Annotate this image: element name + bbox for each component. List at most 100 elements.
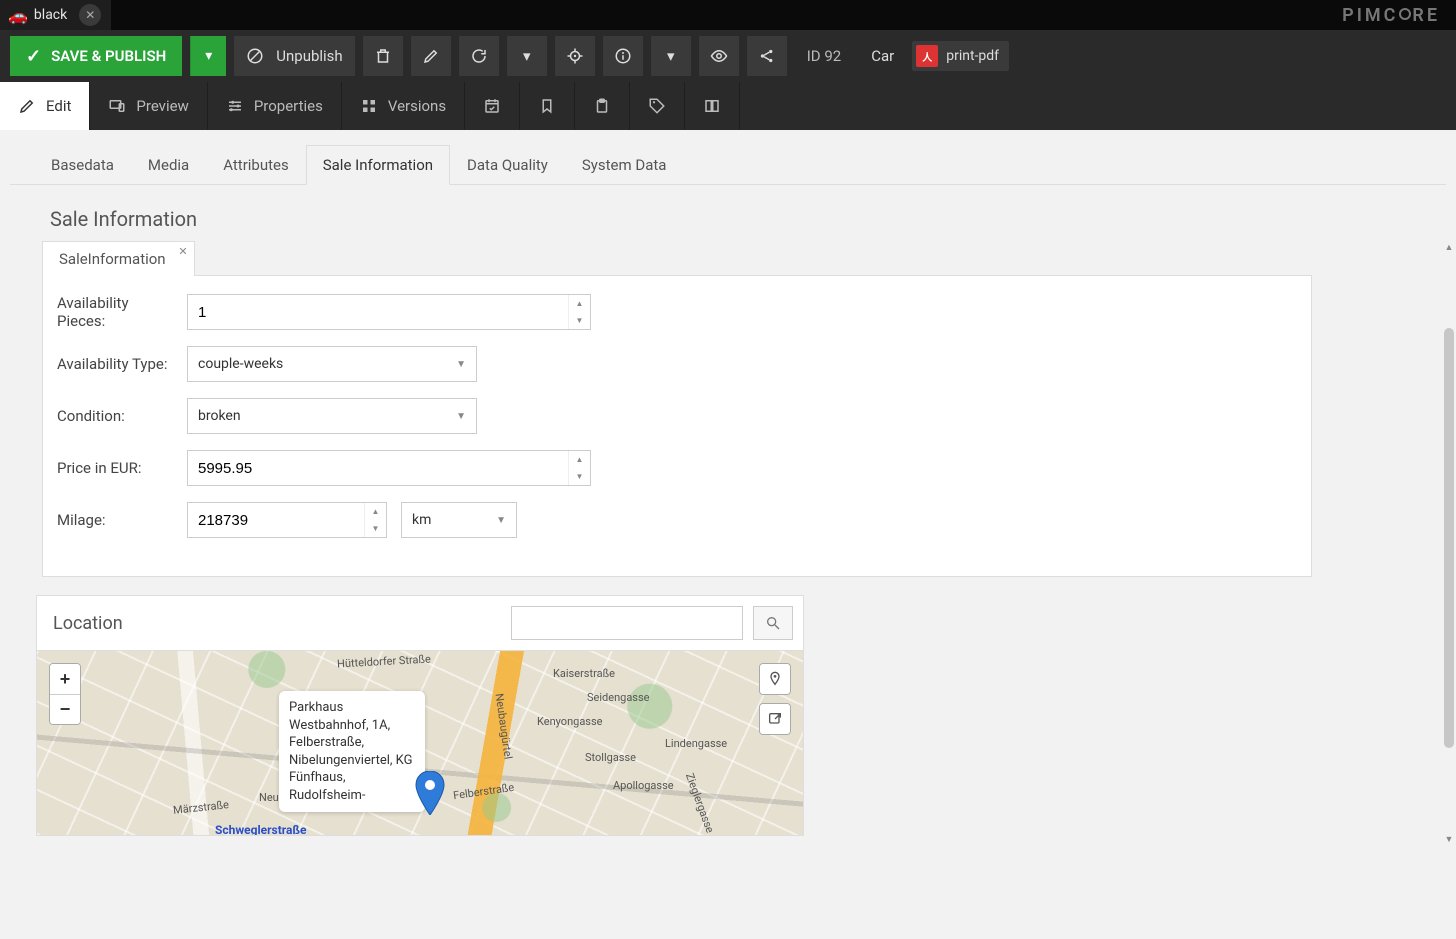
caret-down-icon: ▼ (456, 411, 466, 422)
caret-down-icon: ▾ (205, 48, 212, 64)
eye-icon (710, 47, 728, 65)
bookmark-icon (538, 97, 556, 115)
pdf-icon: 人 (916, 45, 938, 67)
spinner-down[interactable]: ▼ (569, 312, 590, 329)
data-tab-media[interactable]: Media (131, 145, 206, 185)
data-tab-basedata[interactable]: Basedata (34, 145, 131, 185)
map-marker[interactable] (415, 771, 445, 819)
sliders-icon (226, 97, 244, 115)
data-tab-data-quality[interactable]: Data Quality (450, 145, 565, 185)
data-tab-sale-information[interactable]: Sale Information (306, 145, 450, 185)
map-pin-icon (767, 671, 783, 687)
caret-down-icon: ▼ (456, 359, 466, 370)
row-price: Price in EUR: ▲ ▼ (57, 450, 1297, 486)
preview-eye-button[interactable] (699, 36, 739, 76)
tab-notes[interactable] (575, 82, 630, 130)
map-pin-control (759, 663, 791, 695)
tab-book[interactable] (685, 82, 740, 130)
close-inner-tab-button[interactable]: ✕ (178, 245, 187, 258)
condition-select[interactable]: broken ▼ (187, 398, 477, 434)
brand-o-icon (1399, 8, 1411, 20)
spinner-up[interactable]: ▲ (569, 451, 590, 468)
tag-icon (648, 97, 666, 115)
map-street-label: Seidengasse (587, 691, 650, 704)
inner-tab-label: SaleInformation (59, 250, 166, 268)
tab-properties[interactable]: Properties (208, 82, 342, 130)
map-zoom-control: + − (49, 663, 81, 725)
caret-down-icon: ▾ (523, 47, 531, 65)
class-name-label: Car (861, 47, 904, 65)
scrollbar-thumb[interactable] (1444, 328, 1454, 748)
file-tab[interactable]: 🚗 black ✕ (0, 0, 111, 30)
search-icon (765, 615, 781, 631)
scroll-down-icon[interactable]: ▼ (1442, 832, 1456, 846)
spinner-down[interactable]: ▼ (365, 520, 386, 537)
info-icon (614, 47, 632, 65)
reload-button[interactable] (459, 36, 499, 76)
trash-icon (374, 47, 392, 65)
map[interactable]: Hütteldorfer Straße Märzstraße Schwegler… (37, 651, 803, 835)
map-street-label: Lindengasse (665, 737, 727, 750)
spinner-buttons: ▲ ▼ (568, 451, 590, 485)
location-search-input[interactable] (511, 606, 743, 640)
map-edit-button[interactable] (760, 704, 790, 734)
reload-icon (470, 47, 488, 65)
tab-edit[interactable]: Edit (0, 82, 90, 130)
target-button[interactable] (555, 36, 595, 76)
map-zoom-in-button[interactable]: + (50, 664, 80, 694)
availability-type-select[interactable]: couple-weeks ▼ (187, 346, 477, 382)
spinner-up[interactable]: ▲ (365, 503, 386, 520)
map-drop-pin-button[interactable] (760, 664, 790, 694)
save-publish-button[interactable]: ✓ SAVE & PUBLISH (10, 36, 182, 76)
scroll-up-icon[interactable]: ▲ (1442, 240, 1456, 254)
availability-pieces-input[interactable] (188, 295, 568, 329)
share-button[interactable] (747, 36, 787, 76)
milage-unit-value: km (412, 512, 431, 528)
marker-icon (415, 771, 445, 815)
data-tab-attributes[interactable]: Attributes (206, 145, 306, 185)
unpublish-button[interactable]: Unpublish (234, 36, 354, 76)
tab-edit-label: Edit (46, 97, 71, 115)
tab-versions[interactable]: Versions (342, 82, 465, 130)
tab-bookmark[interactable] (520, 82, 575, 130)
condition-value: broken (198, 408, 241, 424)
map-popup: Parkhaus Westbahnhof, 1A, Felberstraße, … (279, 691, 425, 812)
price-input[interactable] (188, 451, 568, 485)
milage-unit-select[interactable]: km ▼ (401, 502, 517, 538)
pdf-chip[interactable]: 人 print-pdf (912, 41, 1009, 71)
view-tabs: Edit Preview Properties Versions (0, 82, 1456, 130)
map-zoom-out-button[interactable]: − (50, 694, 80, 724)
availability-pieces-field[interactable]: ▲ ▼ (187, 294, 591, 330)
title-bar: 🚗 black ✕ PIMCRE (0, 0, 1456, 30)
unpublish-label: Unpublish (276, 47, 342, 65)
spinner-buttons: ▲ ▼ (364, 503, 386, 537)
save-publish-dropdown[interactable]: ▾ (190, 36, 226, 76)
caret-down-icon: ▾ (667, 47, 675, 65)
rename-button[interactable] (411, 36, 451, 76)
scrollbar[interactable]: ▲ ▼ (1442, 240, 1456, 846)
info-dropdown[interactable]: ▾ (651, 36, 691, 76)
tab-schedule[interactable] (465, 82, 520, 130)
label-milage: Milage: (57, 511, 173, 529)
milage-input[interactable] (188, 503, 364, 537)
row-availability-type: Availability Type: couple-weeks ▼ (57, 346, 1297, 382)
tab-preview[interactable]: Preview (90, 82, 207, 130)
inner-tab-saleinformation[interactable]: SaleInformation ✕ (42, 241, 195, 276)
price-field[interactable]: ▲ ▼ (187, 450, 591, 486)
location-header: Location (37, 596, 803, 651)
spinner-buttons: ▲ ▼ (568, 295, 590, 329)
close-tab-button[interactable]: ✕ (79, 4, 101, 26)
data-tab-system-data[interactable]: System Data (565, 145, 684, 185)
devices-icon (108, 97, 126, 115)
inner-tabs: SaleInformation ✕ (42, 241, 1446, 275)
reload-dropdown[interactable]: ▾ (507, 36, 547, 76)
spinner-up[interactable]: ▲ (569, 295, 590, 312)
tab-tags[interactable] (630, 82, 685, 130)
location-search-button[interactable] (753, 606, 793, 640)
row-condition: Condition: broken ▼ (57, 398, 1297, 434)
delete-button[interactable] (363, 36, 403, 76)
milage-field[interactable]: ▲ ▼ (187, 502, 387, 538)
section-heading: Sale Information (10, 185, 1446, 241)
info-button[interactable] (603, 36, 643, 76)
spinner-down[interactable]: ▼ (569, 468, 590, 485)
